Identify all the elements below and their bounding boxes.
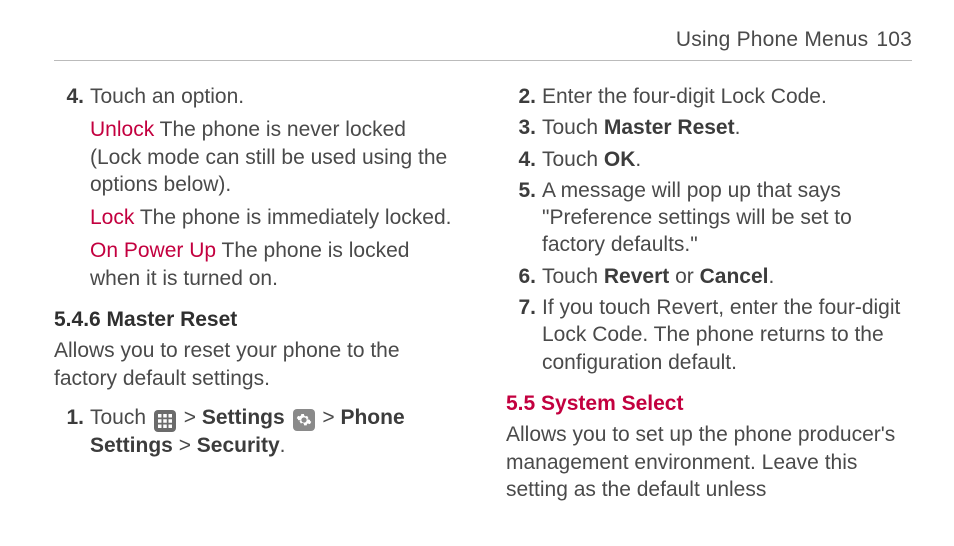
step-number: 6. — [506, 263, 542, 290]
section-5-5-desc: Allows you to set up the phone producer'… — [506, 421, 912, 503]
right-steps: 2. Enter the four-digit Lock Code. 3. To… — [506, 83, 912, 376]
column-left: 4. Touch an option. Unlock The phone is … — [54, 83, 460, 515]
step-body: Touch Master Reset. — [542, 114, 912, 141]
gt-sep: > — [322, 406, 340, 429]
ok-label: OK — [604, 148, 636, 171]
page-number: 103 — [876, 28, 912, 52]
security-label: Security — [197, 434, 280, 457]
settings-label: Settings — [202, 406, 285, 429]
page-header: Using Phone Menus 103 — [54, 28, 912, 61]
revert-label: Revert — [604, 265, 669, 288]
step-1: 1. Touch > Settings > Phone — [54, 404, 460, 459]
text: Touch — [542, 148, 604, 171]
section-5-4-6-heading: 5.4.6 Master Reset — [54, 306, 460, 333]
step-body: Touch Revert or Cancel. — [542, 263, 912, 290]
gt-sep: > — [184, 406, 202, 429]
step-number: 2. — [506, 83, 542, 110]
option-unlock: Unlock The phone is never locked (Lock m… — [90, 116, 460, 198]
step-body: Touch OK. — [542, 146, 912, 173]
step-4r: 4. Touch OK. — [506, 146, 912, 173]
step-body: Enter the four-digit Lock Code. — [542, 83, 912, 110]
text: . — [768, 265, 774, 288]
period: . — [280, 434, 286, 457]
header-title: Using Phone Menus — [676, 28, 869, 52]
section-5-4-6-desc: Allows you to reset your phone to the fa… — [54, 337, 460, 392]
option-label: Unlock — [90, 118, 154, 141]
step-number: 4. — [54, 83, 90, 292]
step-number: 7. — [506, 294, 542, 376]
manual-page: Using Phone Menus 103 4. Touch an option… — [0, 0, 954, 515]
step-number: 1. — [54, 404, 90, 459]
text: or — [669, 265, 699, 288]
step-number: 5. — [506, 177, 542, 259]
text: Touch — [542, 265, 604, 288]
text: . — [735, 116, 741, 139]
master-reset-label: Master Reset — [604, 116, 735, 139]
section-5-5-heading: 5.5 System Select — [506, 390, 912, 417]
step-5: 5. A message will pop up that says "Pref… — [506, 177, 912, 259]
section-title: 5.5 System Select — [506, 392, 683, 415]
content-columns: 4. Touch an option. Unlock The phone is … — [54, 83, 912, 515]
option-text: The phone is immediately locked. — [134, 206, 451, 229]
step-body: If you touch Revert, enter the four-digi… — [542, 294, 912, 376]
step-7: 7. If you touch Revert, enter the four-d… — [506, 294, 912, 376]
step-body: A message will pop up that says "Prefere… — [542, 177, 912, 259]
section-number: 5.4.6 — [54, 308, 107, 331]
step-number: 3. — [506, 114, 542, 141]
option-on-power-up: On Power Up The phone is locked when it … — [90, 237, 460, 292]
step-number: 4. — [506, 146, 542, 173]
step-3: 3. Touch Master Reset. — [506, 114, 912, 141]
gear-icon — [293, 409, 315, 431]
apps-grid-icon — [154, 410, 176, 432]
step-6: 6. Touch Revert or Cancel. — [506, 263, 912, 290]
option-lock: Lock The phone is immediately locked. — [90, 204, 460, 231]
touch-label: Touch — [90, 406, 152, 429]
step-body: Touch > Settings > Phone Settings > — [90, 404, 460, 459]
step-body: Touch an option. Unlock The phone is nev… — [90, 83, 460, 292]
text: . — [635, 148, 641, 171]
section-title: Master Reset — [107, 308, 238, 331]
option-label: On Power Up — [90, 239, 216, 262]
step-4: 4. Touch an option. Unlock The phone is … — [54, 83, 460, 292]
cancel-label: Cancel — [700, 265, 769, 288]
gt-sep: > — [179, 434, 197, 457]
column-right: 2. Enter the four-digit Lock Code. 3. To… — [506, 83, 912, 515]
step-lead: Touch an option. — [90, 85, 244, 108]
step-2: 2. Enter the four-digit Lock Code. — [506, 83, 912, 110]
option-label: Lock — [90, 206, 134, 229]
text: Touch — [542, 116, 604, 139]
